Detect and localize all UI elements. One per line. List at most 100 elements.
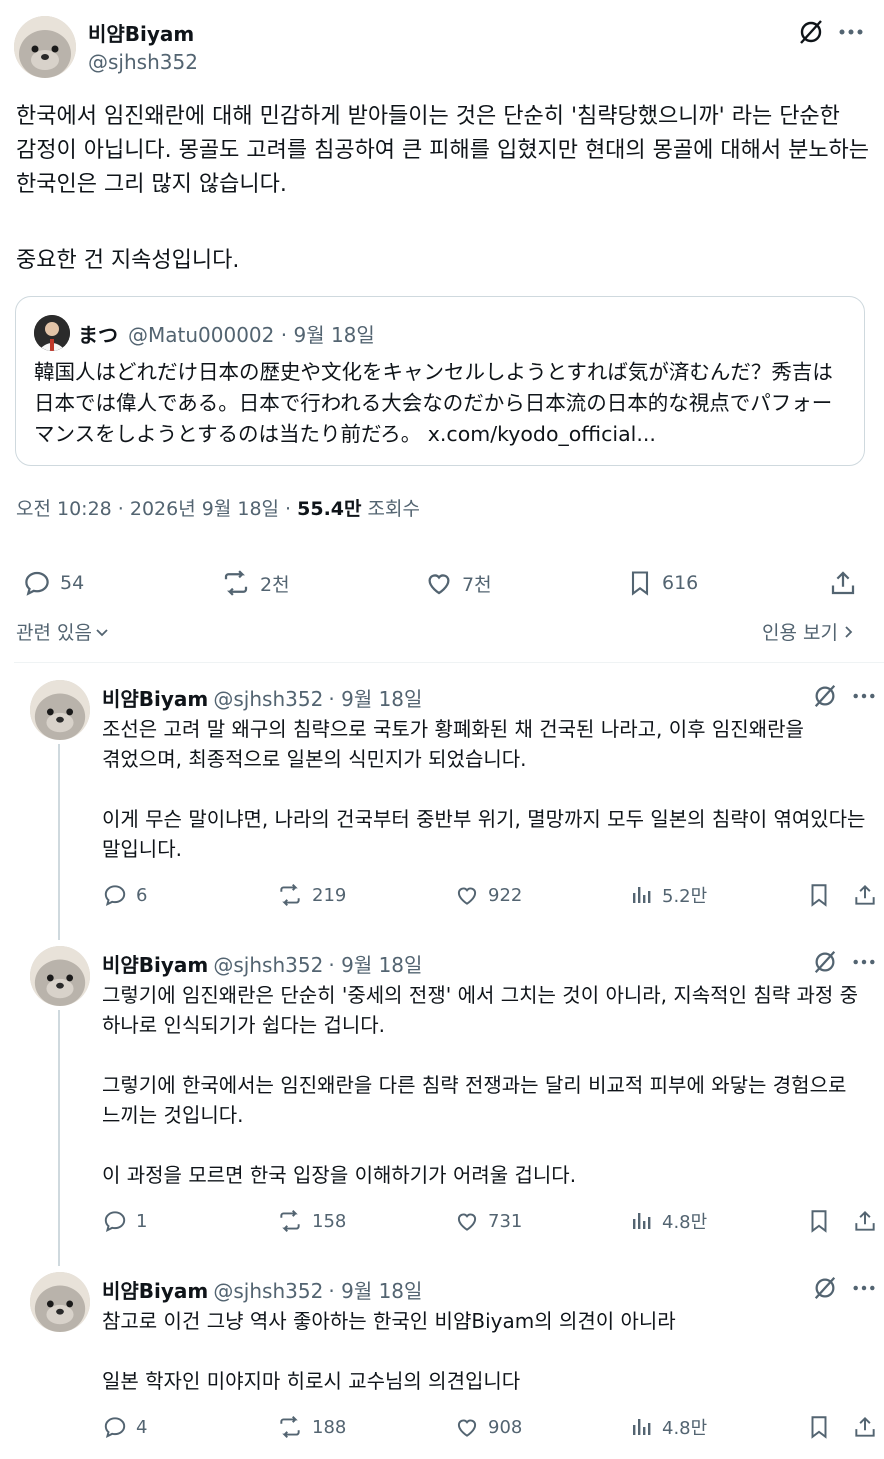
reply-count: 4 <box>136 1416 148 1438</box>
reply-button[interactable]: 6 <box>102 882 147 908</box>
reply-count: 54 <box>60 572 85 594</box>
views-icon <box>633 1419 651 1435</box>
retweet-icon <box>280 884 300 906</box>
author-handle[interactable]: @sjhsh352 <box>88 50 198 74</box>
like-count: 731 <box>488 1210 523 1232</box>
reply-date[interactable]: · 9월 18일 <box>328 953 422 977</box>
divider <box>14 662 884 663</box>
grok-icon[interactable] <box>812 683 838 709</box>
chevron-down-icon <box>96 628 108 636</box>
reply-button[interactable]: 54 <box>22 568 84 598</box>
like-button[interactable]: 908 <box>454 1414 522 1440</box>
tweet-text-conclusion: 중요한 건 지속성입니다. <box>16 248 240 273</box>
reply-icon <box>25 571 49 596</box>
reply-icon <box>104 1417 126 1439</box>
views-button[interactable]: 4.8만 <box>630 1414 707 1440</box>
view-quotes-label: 인용 보기 <box>762 622 838 644</box>
quote-author-name: まつ <box>78 323 118 347</box>
share-icon <box>855 1416 875 1437</box>
quoted-tweet[interactable]: まつ @Matu000002 · 9월 18일 韓国人はどれだけ日本の歴史や文化… <box>15 296 865 466</box>
like-icon <box>457 1419 477 1437</box>
reply-date[interactable]: · 9월 18일 <box>328 687 422 711</box>
views-button[interactable]: 5.2만 <box>630 882 707 908</box>
reply-text: 그렇기에 한국에서는 임진왜란을 다른 침략 전쟁과는 달리 비교적 피부에 와… <box>102 1073 853 1127</box>
reply-text: 이게 무슨 말이냐면, 나라의 건국부터 중반부 위기, 멸망까지 모두 일본의… <box>102 807 872 861</box>
reply-button[interactable]: 1 <box>102 1208 147 1234</box>
reply-text: 조선은 고려 말 왜구의 침략으로 국토가 황폐화된 채 건국된 나라고, 이후… <box>102 717 811 771</box>
reply-icon <box>104 885 126 907</box>
related-label: 관련 있음 <box>16 622 92 644</box>
reply-author-name[interactable]: 비얌Biyam <box>102 687 208 711</box>
like-button[interactable]: 7천 <box>424 568 492 598</box>
reply-avatar[interactable] <box>30 1272 90 1332</box>
bookmark-icon <box>811 884 827 907</box>
reply-author-name[interactable]: 비얌Biyam <box>102 953 208 977</box>
tweet-meta: 오전 10:28 · 2026년 9월 18일 · 55.4만 조회수 <box>16 494 420 521</box>
share-button[interactable] <box>852 1414 878 1440</box>
reply-avatar[interactable] <box>30 946 90 1006</box>
bookmark-button[interactable] <box>806 882 832 908</box>
bookmark-icon <box>811 1416 827 1439</box>
thread-line <box>58 744 60 940</box>
reply-header: 비얌Biyam @sjhsh352 · 9월 18일 <box>102 949 422 978</box>
bookmark-icon <box>811 1210 827 1233</box>
views-icon <box>633 1213 651 1229</box>
reply-text: 일본 학자인 미야지마 히로시 교수님의 의견입니다 <box>102 1369 521 1393</box>
retweet-button[interactable]: 188 <box>276 1414 346 1440</box>
views-button[interactable]: 4.8만 <box>630 1208 707 1234</box>
retweet-count: 158 <box>312 1210 347 1232</box>
author-avatar[interactable] <box>14 16 76 78</box>
reply-date[interactable]: · 9월 18일 <box>328 1279 422 1303</box>
retweet-count: 2천 <box>260 573 290 596</box>
reply-avatar[interactable] <box>30 680 90 740</box>
view-quotes-link[interactable]: 인용 보기 <box>762 618 856 645</box>
more-icon[interactable] <box>852 958 876 966</box>
grok-icon[interactable] <box>797 18 825 46</box>
grok-icon[interactable] <box>812 1275 838 1301</box>
view-count: 4.8만 <box>662 1212 708 1233</box>
views-icon <box>633 887 651 903</box>
retweet-button[interactable]: 2천 <box>220 568 290 598</box>
reply-author-name[interactable]: 비얌Biyam <box>102 1279 208 1303</box>
share-button[interactable] <box>852 1208 878 1234</box>
more-icon[interactable] <box>852 692 876 700</box>
more-icon[interactable] <box>852 1284 876 1292</box>
reply-text: 참고로 이건 그냥 역사 좋아하는 한국인 비얌Biyam의 의견이 아니라 <box>102 1309 676 1333</box>
tweet-text: 한국에서 임진왜란에 대해 민감하게 받아들이는 것은 단순히 '침략당했으니까… <box>16 104 877 197</box>
author-name[interactable]: 비얌Biyam <box>88 18 194 47</box>
like-button[interactable]: 731 <box>454 1208 522 1234</box>
share-icon <box>855 1210 875 1231</box>
bookmark-button[interactable] <box>806 1208 832 1234</box>
reply-author-handle[interactable]: @sjhsh352 <box>213 953 323 977</box>
retweet-icon <box>280 1416 300 1438</box>
like-count: 908 <box>488 1416 523 1438</box>
quote-link[interactable]: x.com/kyodo_official... <box>428 422 656 446</box>
reply-button[interactable]: 4 <box>102 1414 147 1440</box>
like-icon <box>457 1213 477 1231</box>
share-button[interactable] <box>828 568 858 598</box>
retweet-count: 219 <box>312 884 347 906</box>
bookmark-button[interactable]: 616 <box>626 568 698 598</box>
thread-line <box>58 1010 60 1266</box>
related-toggle[interactable]: 관련 있음 <box>16 618 110 645</box>
like-button[interactable]: 922 <box>454 882 522 908</box>
retweet-count: 188 <box>312 1416 347 1438</box>
more-icon[interactable] <box>838 28 864 36</box>
retweet-button[interactable]: 219 <box>276 882 346 908</box>
quote-date: · 9월 18일 <box>280 323 375 347</box>
like-count: 922 <box>488 884 523 906</box>
like-icon <box>457 887 477 905</box>
reply-count: 6 <box>136 884 148 906</box>
reply-author-handle[interactable]: @sjhsh352 <box>213 1279 323 1303</box>
reply-header: 비얌Biyam @sjhsh352 · 9월 18일 <box>102 683 422 712</box>
bookmark-button[interactable] <box>806 1414 832 1440</box>
reply-icon <box>104 1211 126 1233</box>
share-button[interactable] <box>852 882 878 908</box>
grok-icon[interactable] <box>812 949 838 975</box>
share-icon <box>855 884 875 905</box>
retweet-button[interactable]: 158 <box>276 1208 346 1234</box>
tweet-timestamp[interactable]: 오전 10:28 · 2026년 9월 18일 · <box>16 498 297 520</box>
reply-author-handle[interactable]: @sjhsh352 <box>213 687 323 711</box>
retweet-icon <box>224 570 248 596</box>
chevron-right-icon <box>845 625 853 638</box>
